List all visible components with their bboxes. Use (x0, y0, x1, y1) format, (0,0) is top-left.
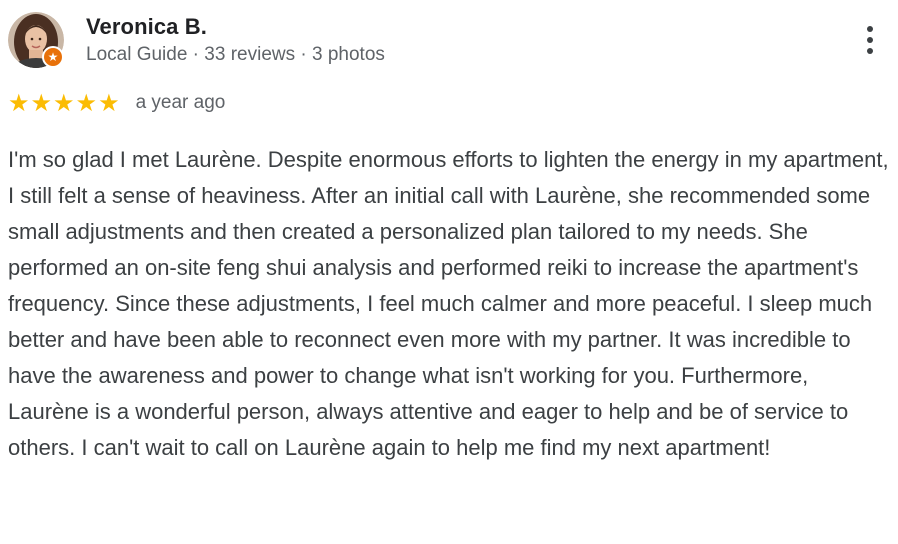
author-level: Local Guide (86, 44, 188, 65)
more-vert-icon (867, 26, 873, 32)
rating-row: ★ ★ ★ ★ ★ a year ago (8, 91, 225, 115)
more-vert-icon-dot (867, 37, 873, 43)
more-vert-icon-dot (867, 48, 873, 54)
star-icon: ★ (75, 89, 98, 117)
review-text: I'm so glad I met Laurène. Despite enorm… (8, 147, 889, 460)
review-date: a year ago (135, 92, 226, 113)
review-card: ★ Veronica B. Local Guide · 33 reviews ·… (0, 0, 898, 544)
author-photo-count: 3 photos (312, 44, 385, 65)
star-icon: ★ (8, 89, 30, 117)
star-icon: ★ (98, 89, 120, 117)
meta-separator: · (295, 44, 313, 65)
meta-separator: · (187, 44, 205, 65)
author-review-count: 33 reviews (204, 44, 296, 65)
star-icon: ★ (30, 89, 53, 117)
more-options-button[interactable] (852, 20, 888, 60)
star-icon: ★ (53, 89, 75, 117)
author-meta: Local Guide · 33 reviews · 3 photos (86, 44, 385, 66)
author-name[interactable]: Veronica B. (86, 14, 207, 40)
avatar[interactable]: ★ (8, 12, 64, 68)
local-guide-badge-icon: ★ (42, 46, 64, 68)
star-rating: ★ ★ ★ ★ ★ (8, 91, 120, 115)
